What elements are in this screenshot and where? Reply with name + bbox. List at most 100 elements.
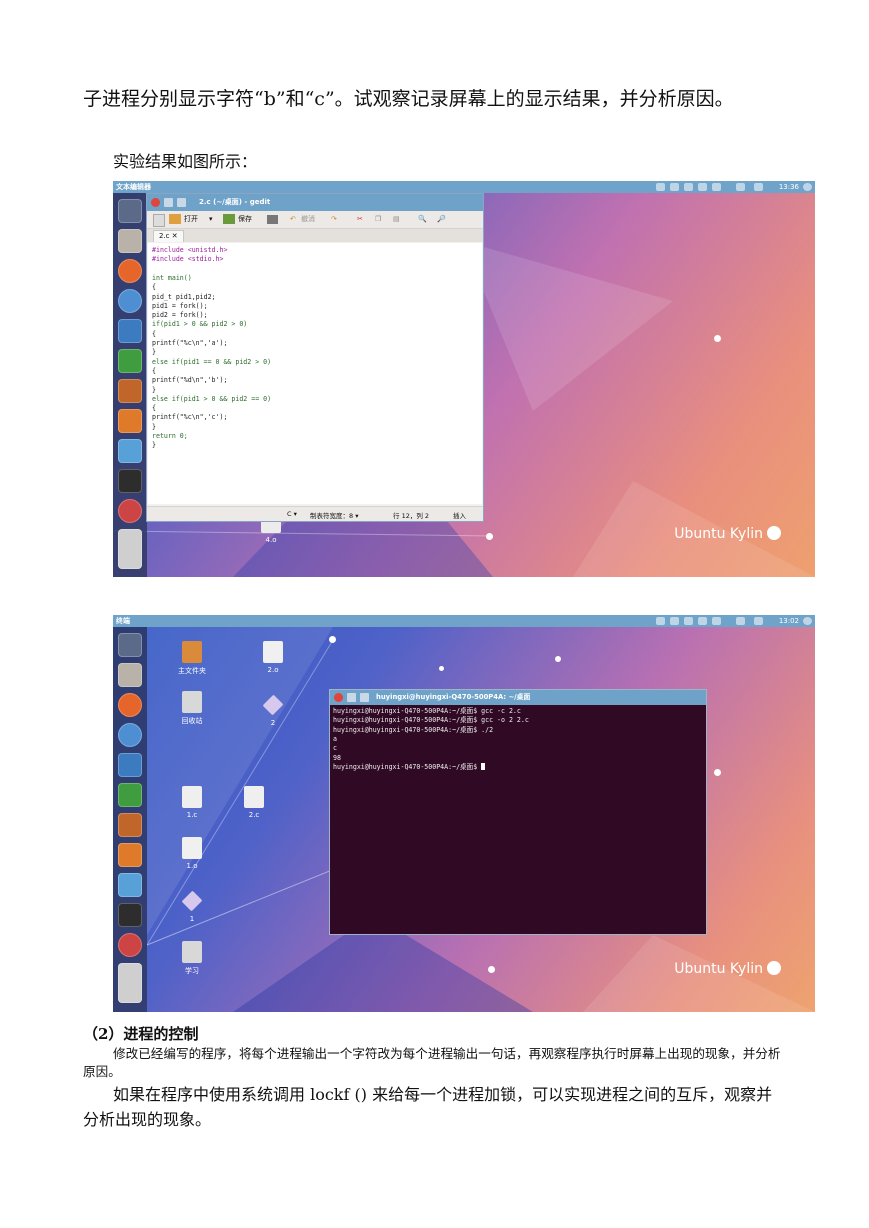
save-button[interactable]: 保存: [238, 211, 252, 228]
tab-width-select[interactable]: 制表符宽度：8 ▾: [310, 510, 358, 520]
volume-icon[interactable]: [754, 183, 763, 191]
desktop-icon-label: 1: [189, 915, 195, 923]
terminal-line: huyingxi@huyingxi-Q470-500P4A:~/桌面$ gcc …: [333, 707, 521, 715]
software-center-icon[interactable]: [118, 409, 142, 433]
network-icon[interactable]: [670, 183, 679, 191]
new-file-icon[interactable]: [153, 214, 165, 227]
desktop-icon-trash[interactable]: 回收站: [172, 691, 212, 726]
undo-button[interactable]: 撤消: [301, 211, 315, 228]
battery-icon[interactable]: [736, 183, 745, 191]
code-line: if(pid1 > 0 && pid2 > 0): [152, 320, 248, 329]
input-method-icon[interactable]: [712, 183, 721, 191]
desktop-icon-1o[interactable]: 1.o: [172, 837, 212, 870]
terminal-icon[interactable]: [118, 469, 142, 493]
paste-icon[interactable]: ▤: [393, 211, 400, 228]
top-panel: 终端 13:02: [113, 615, 815, 627]
gear-icon[interactable]: [803, 617, 812, 625]
maximize-icon[interactable]: [177, 198, 186, 207]
keyboard-icon[interactable]: [684, 183, 693, 191]
open-button[interactable]: 打开: [184, 211, 198, 228]
input-method-icon[interactable]: [712, 617, 721, 625]
status-bar: C ▾ 制表符宽度：8 ▾ 行 12，列 2 插入: [147, 506, 483, 521]
desktop-icon-label: 2.c: [248, 811, 260, 819]
minimize-icon[interactable]: [347, 693, 356, 702]
wifi-icon[interactable]: [698, 183, 707, 191]
maximize-icon[interactable]: [360, 693, 369, 702]
desktop-icon-2o[interactable]: 2.o: [253, 641, 293, 674]
dash-icon[interactable]: [118, 633, 142, 657]
code-line: {: [152, 366, 156, 375]
code-line: #include <stdio.h>: [152, 255, 224, 264]
files-icon[interactable]: [118, 229, 142, 253]
source-file-icon: [182, 786, 202, 808]
redo-icon[interactable]: ↷: [331, 211, 337, 228]
clock[interactable]: 13:02: [779, 615, 799, 627]
files-icon[interactable]: [118, 663, 142, 687]
settings-icon[interactable]: [118, 439, 142, 463]
language-select[interactable]: C ▾: [287, 510, 297, 518]
indicator-icon[interactable]: [656, 183, 665, 191]
insert-mode: 插入: [453, 512, 466, 520]
desktop-icon-2c[interactable]: 2.c: [234, 786, 274, 819]
gedit-window: 2.c (~/桌面) - gedit 打开 ▾ 保存 ↶ 撤消 ↷ ✂ ❐ ▤ …: [146, 193, 484, 522]
code-line: {: [152, 404, 156, 413]
dash-icon[interactable]: [118, 199, 142, 223]
replace-icon[interactable]: 🔎: [437, 211, 446, 228]
code-line: }: [152, 385, 156, 394]
source-file-icon: [244, 786, 264, 808]
code-editor[interactable]: #include <unistd.h> #include <stdio.h> int…: [148, 243, 482, 504]
impress-icon[interactable]: [118, 379, 142, 403]
copy-icon[interactable]: ❐: [375, 211, 381, 228]
tools-icon[interactable]: [118, 933, 142, 957]
cut-icon[interactable]: ✂: [357, 211, 363, 228]
code-line: pid1 = fork();: [152, 301, 208, 310]
open-icon[interactable]: [169, 214, 181, 224]
chromium-icon[interactable]: [118, 723, 142, 747]
terminal-output[interactable]: huyingxi@huyingxi-Q470-500P4A:~/桌面$ gcc …: [330, 705, 706, 934]
tab-label: 2.c: [159, 232, 170, 240]
firefox-icon[interactable]: [118, 259, 142, 283]
chromium-icon[interactable]: [118, 289, 142, 313]
terminal-icon[interactable]: [118, 903, 142, 927]
trash-stack-icon[interactable]: [118, 529, 142, 569]
chevron-down-icon[interactable]: ▾: [209, 211, 213, 228]
desktop-icon-1c[interactable]: 1.c: [172, 786, 212, 819]
close-icon[interactable]: [151, 198, 160, 207]
calc-icon[interactable]: [118, 349, 142, 373]
tools-icon[interactable]: [118, 499, 142, 523]
desktop-icon-2[interactable]: 2: [253, 694, 293, 727]
tab-2c[interactable]: 2.c ✕: [153, 230, 184, 242]
wifi-icon[interactable]: [698, 617, 707, 625]
desktop-icon-home[interactable]: 主文件夹: [172, 641, 212, 676]
network-icon[interactable]: [670, 617, 679, 625]
trash-stack-icon[interactable]: [118, 963, 142, 1003]
tab-bar: 2.c ✕: [147, 229, 483, 242]
code-line: return 0;: [152, 432, 188, 440]
folder-icon: [182, 641, 202, 663]
software-center-icon[interactable]: [118, 843, 142, 867]
save-icon[interactable]: [223, 214, 235, 224]
calc-icon[interactable]: [118, 783, 142, 807]
clock[interactable]: 13:36: [779, 181, 799, 193]
firefox-icon[interactable]: [118, 693, 142, 717]
desktop-icon-label: 2.o: [267, 666, 279, 674]
volume-icon[interactable]: [754, 617, 763, 625]
battery-icon[interactable]: [736, 617, 745, 625]
settings-icon[interactable]: [118, 873, 142, 897]
impress-icon[interactable]: [118, 813, 142, 837]
print-icon[interactable]: [267, 215, 278, 224]
undo-icon[interactable]: ↶: [290, 211, 296, 228]
indicator-icon[interactable]: [656, 617, 665, 625]
search-icon[interactable]: 🔍: [418, 211, 427, 228]
desktop-icon-study[interactable]: 学习: [172, 941, 212, 976]
close-icon[interactable]: [334, 693, 343, 702]
minimize-icon[interactable]: [164, 198, 173, 207]
writer-icon[interactable]: [118, 319, 142, 343]
writer-icon[interactable]: [118, 753, 142, 777]
wallpaper-dot: [714, 335, 721, 342]
terminal-line: huyingxi@huyingxi-Q470-500P4A:~/桌面$ ./2: [333, 725, 494, 734]
desktop-icon-1[interactable]: 1: [172, 890, 212, 923]
gear-icon[interactable]: [803, 183, 812, 191]
keyboard-icon[interactable]: [684, 617, 693, 625]
ubuntu-logo-icon: [767, 526, 781, 540]
